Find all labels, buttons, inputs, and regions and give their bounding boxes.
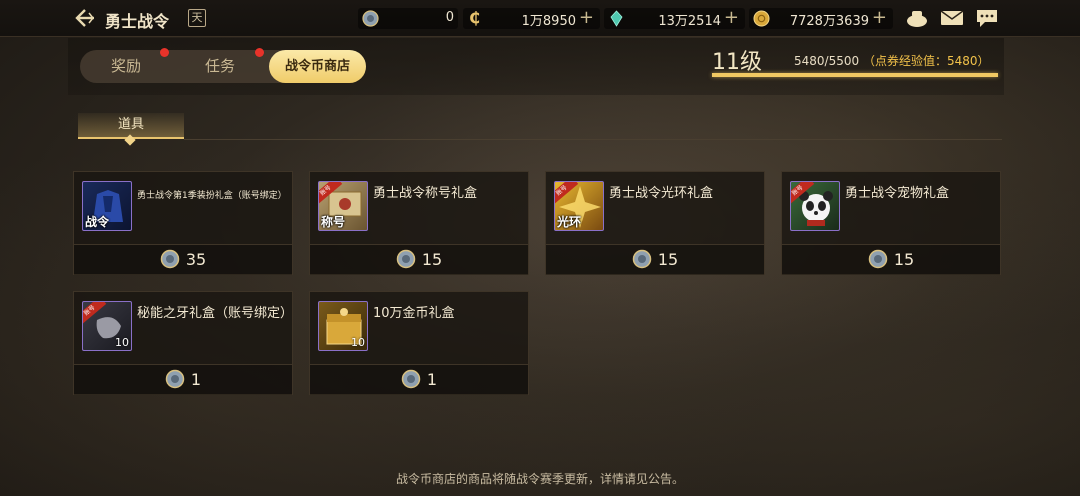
exp-progress-bar [712, 73, 998, 77]
currency-battlepass-coin: 0 [358, 8, 458, 29]
mail-icon[interactable] [940, 8, 964, 28]
shop-item-card[interactable]: 战令 勇士战令第1季装扮礼盒（账号绑定） 35 [73, 171, 293, 275]
add-currency-button[interactable]: + [579, 7, 594, 28]
crystal-icon [610, 10, 623, 27]
battlepass-coin-icon [165, 369, 185, 389]
item-name: 勇士战令宠物礼盒 [845, 186, 950, 201]
calendar-icon[interactable]: 天 [188, 9, 206, 27]
panda-pet-icon: 账号 [790, 181, 840, 231]
item-name: 勇士战令第1季装扮礼盒（账号绑定） [137, 191, 287, 201]
battlepass-outfit-icon: 战令 [82, 181, 132, 231]
tab-rewards[interactable]: 奖励 [80, 50, 172, 83]
gold-icon [753, 10, 770, 27]
level-label: 11级 [712, 50, 762, 75]
battlepass-coin-icon [396, 249, 416, 269]
item-price: 15 [546, 249, 764, 269]
c-coin-icon: ₵ [469, 8, 481, 27]
tab-coin-shop[interactable]: 战令币商店 [269, 50, 366, 83]
shop-item-card[interactable]: 账号 光环 勇士战令光环礼盒 15 [545, 171, 765, 275]
item-price: 1 [310, 369, 528, 389]
price-value: 15 [657, 250, 679, 269]
fang-box-icon: 账号 10 [82, 301, 132, 351]
item-name: 10万金币礼盒 [373, 306, 455, 321]
currency-gold: 7728万3639 + [749, 7, 893, 29]
tab-bar: 奖励 任务 战令币商店 [80, 50, 366, 83]
rewards-notification-dot [160, 48, 169, 57]
shop-item-card[interactable]: 账号 勇士战令宠物礼盒 15 [781, 171, 1001, 275]
price-value: 15 [421, 250, 443, 269]
battlepass-coin-icon [362, 10, 379, 27]
page-title: 勇士战令 [105, 12, 170, 31]
item-quantity: 10 [115, 336, 129, 349]
tab-tasks[interactable]: 任务 [174, 50, 266, 83]
battlepass-coin-icon [401, 369, 421, 389]
item-name: 勇士战令称号礼盒 [373, 186, 478, 201]
shop-item-card[interactable]: 10 10万金币礼盒 1 [309, 291, 529, 395]
tab-label: 任务 [204, 57, 235, 75]
back-arrow-icon[interactable] [74, 7, 96, 29]
item-name: 秘能之牙礼盒（账号绑定） [137, 306, 294, 321]
battlepass-coin-icon [632, 249, 652, 269]
gold-box-icon: 10 [318, 301, 368, 351]
exp-text: 5480/5500 （点券经验值：5480） [794, 52, 990, 69]
price-value: 1 [190, 370, 202, 389]
chat-icon[interactable] [975, 8, 999, 28]
exp-value: 5480/5500 [794, 54, 860, 68]
item-price: 15 [310, 249, 528, 269]
item-price: 1 [74, 369, 292, 389]
price-value: 15 [893, 250, 915, 269]
currency-value: 7728万3639 [789, 14, 869, 29]
price-value: 1 [426, 370, 438, 389]
divider [184, 139, 1002, 140]
bag-icon[interactable] [905, 8, 929, 28]
item-tag: 称号 [321, 215, 346, 229]
currency-c-coin: ₵ 1万8950 + [463, 7, 600, 29]
item-tag: 战令 [85, 215, 110, 229]
currency-crystal: 13万2514 + [604, 7, 745, 29]
footer-notice: 战令币商店的商品将随战令赛季更新，详情请见公告。 [395, 472, 684, 486]
item-name: 勇士战令光环礼盒 [609, 186, 714, 201]
title-box-icon: 账号 称号 [318, 181, 368, 231]
tab-label: 奖励 [110, 57, 141, 75]
shop-item-card[interactable]: 账号 称号 勇士战令称号礼盒 15 [309, 171, 529, 275]
tab-label: 战令币商店 [284, 59, 350, 74]
add-currency-button[interactable]: + [872, 7, 887, 28]
aura-box-icon: 账号 光环 [554, 181, 604, 231]
add-currency-button[interactable]: + [724, 7, 739, 28]
item-price: 35 [74, 249, 292, 269]
battlepass-coin-icon [160, 249, 180, 269]
tasks-notification-dot [255, 48, 264, 57]
item-tag: 光环 [557, 215, 582, 229]
item-price: 15 [782, 249, 1000, 269]
shop-item-card[interactable]: 账号 10 秘能之牙礼盒（账号绑定） 1 [73, 291, 293, 395]
price-value: 35 [185, 250, 207, 269]
currency-value: 13万2514 [658, 14, 721, 29]
top-bar: 勇士战令 天 0 ₵ 1万8950 + 13万2514 + 7728万3639 … [0, 0, 1080, 37]
currency-value: 1万8950 [521, 14, 576, 29]
battlepass-coin-icon [868, 249, 888, 269]
item-quantity: 10 [351, 336, 365, 349]
exp-note: （点券经验值：5480） [862, 54, 990, 68]
currency-value: 0 [445, 10, 454, 25]
